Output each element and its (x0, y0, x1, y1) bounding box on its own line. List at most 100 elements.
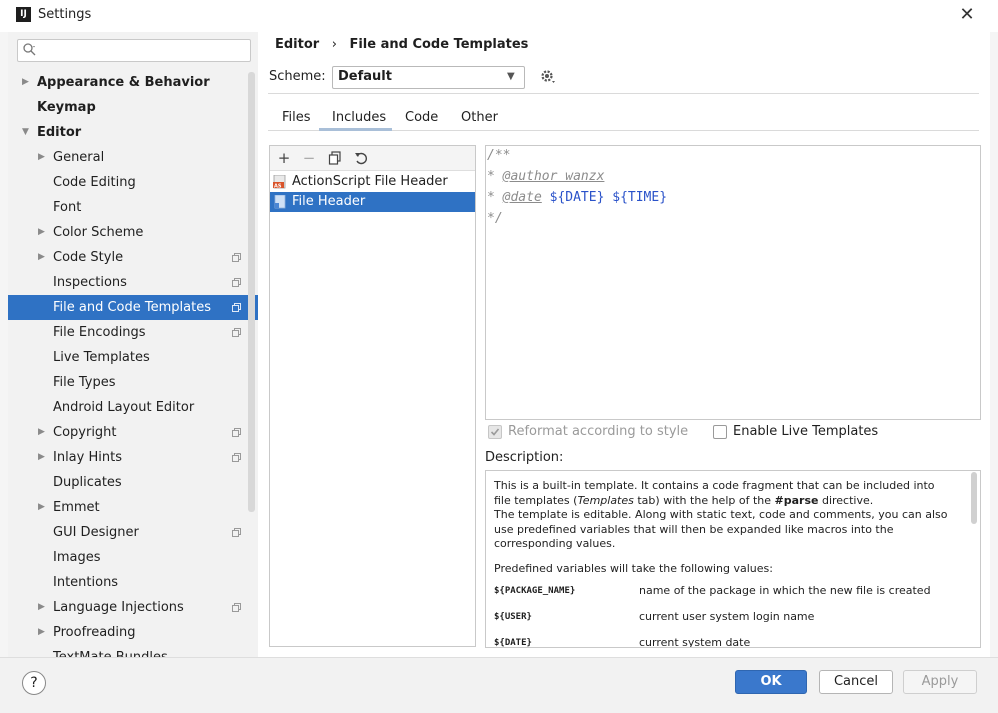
description-scrollbar[interactable] (971, 472, 977, 524)
live-templates-checkbox[interactable] (713, 425, 727, 439)
sidebar-item-label: Live Templates (53, 350, 150, 365)
sidebar-item-label: Android Layout Editor (53, 400, 195, 415)
description-panel: This is a built-in template. It contains… (485, 470, 981, 648)
sidebar-item-language-injections[interactable]: ▶ Language Injections (8, 595, 258, 620)
sidebar-item-label: Editor (37, 125, 82, 140)
variable-row: ${DATE} current system date (494, 636, 954, 647)
svg-text:AS: AS (274, 184, 282, 190)
code-comment: * (487, 169, 503, 184)
sidebar-scrollbar[interactable] (248, 72, 255, 512)
project-scope-icon (232, 278, 241, 287)
sidebar-item-label: Copyright (53, 425, 117, 440)
code-comment: */ (487, 211, 503, 226)
sidebar-item-textmate-bundles[interactable]: TextMate Bundles (8, 645, 258, 657)
help-button[interactable]: ? (22, 671, 46, 695)
sidebar-item-label: Keymap (37, 100, 96, 115)
sidebar-item-label: TextMate Bundles (53, 645, 168, 657)
breadcrumb-current: File and Code Templates (349, 37, 529, 52)
sidebar-item-label: Duplicates (53, 475, 122, 490)
chevron-down-icon: ▼ (507, 71, 515, 82)
sidebar-item-general[interactable]: ▶ General (8, 145, 258, 170)
sidebar-item-appearance-behavior[interactable]: ▶ Appearance & Behavior (8, 70, 258, 95)
settings-search-input[interactable] (17, 39, 251, 62)
sidebar-item-copyright[interactable]: ▶ Copyright (8, 420, 258, 445)
collapsed-arrow-icon[interactable]: ▶ (38, 595, 48, 620)
scheme-dropdown[interactable]: Default ▼ (332, 66, 525, 89)
list-item-selected[interactable]: File Header (270, 192, 475, 212)
sidebar-item-file-encodings[interactable]: File Encodings (8, 320, 258, 345)
window-title: Settings (38, 7, 92, 22)
sidebar-item-label: Inlay Hints (53, 450, 122, 465)
sidebar-item-label: Code Style (53, 250, 124, 265)
copy-icon[interactable] (325, 148, 345, 168)
collapsed-arrow-icon[interactable]: ▶ (38, 420, 48, 445)
collapsed-arrow-icon[interactable]: ▶ (38, 220, 48, 245)
sidebar-item-label: Intentions (53, 575, 119, 590)
sidebar-item-android-layout-editor[interactable]: Android Layout Editor (8, 395, 258, 420)
project-scope-icon (232, 328, 241, 337)
sidebar-item-file-and-code-templates[interactable]: File and Code Templates (8, 295, 258, 320)
ok-button[interactable]: OK (735, 670, 807, 694)
tab-other[interactable]: Other (461, 110, 498, 128)
sidebar-item-color-scheme[interactable]: ▶ Color Scheme (8, 220, 258, 245)
close-icon[interactable]: ✕ (956, 4, 978, 26)
sidebar-item-label: GUI Designer (53, 525, 139, 540)
sidebar-item-label: Images (53, 550, 101, 565)
background-app-left (0, 0, 8, 712)
collapsed-arrow-icon[interactable]: ▶ (22, 70, 32, 95)
variable-desc: name of the package in which the new fil… (639, 584, 931, 597)
cancel-button[interactable]: Cancel (819, 670, 893, 694)
sidebar-item-keymap[interactable]: Keymap (8, 95, 258, 120)
sidebar-item-code-editing[interactable]: Code Editing (8, 170, 258, 195)
template-editor[interactable]: /** * @author wanzx * @date ${DATE} ${TI… (485, 145, 981, 420)
tab-includes[interactable]: Includes (332, 110, 386, 128)
project-scope-icon (232, 303, 241, 312)
code-variable-time: ${TIME} (604, 190, 668, 205)
description-paragraph: Predefined variables will take the follo… (494, 561, 773, 575)
gear-icon[interactable] (540, 69, 556, 85)
variable-name: ${PACKAGE_NAME} (494, 586, 576, 596)
reformat-label: Reformat according to style (508, 424, 689, 439)
sidebar-item-font[interactable]: Font (8, 195, 258, 220)
background-app-right (990, 0, 998, 712)
sidebar-item-inlay-hints[interactable]: ▶ Inlay Hints (8, 445, 258, 470)
project-scope-icon (232, 603, 241, 612)
collapsed-arrow-icon[interactable]: ▶ (38, 495, 48, 520)
sidebar-item-duplicates[interactable]: Duplicates (8, 470, 258, 495)
code-comment: /** (487, 148, 511, 163)
list-item[interactable]: AS ActionScript File Header (270, 172, 475, 192)
sidebar-item-proofreading[interactable]: ▶ Proofreading (8, 620, 258, 645)
description-text: This is a built-in template. It contains… (494, 479, 954, 647)
remove-icon[interactable]: − (299, 148, 319, 168)
sidebar-item-label: File and Code Templates (53, 300, 211, 315)
sidebar-item-label: Code Editing (53, 175, 136, 190)
tab-files[interactable]: Files (282, 110, 311, 128)
scheme-label: Scheme: (269, 69, 326, 84)
reformat-checkbox[interactable] (488, 425, 502, 439)
collapsed-arrow-icon[interactable]: ▶ (38, 445, 48, 470)
expanded-arrow-icon[interactable]: ▼ (22, 120, 32, 145)
sidebar-item-inspections[interactable]: Inspections (8, 270, 258, 295)
variable-desc: current user system login name (639, 610, 815, 623)
collapsed-arrow-icon[interactable]: ▶ (38, 145, 48, 170)
add-icon[interactable]: + (274, 148, 294, 168)
actionscript-icon: AS (273, 175, 286, 190)
sidebar-item-label: File Encodings (53, 325, 146, 340)
sidebar-item-emmet[interactable]: ▶ Emmet (8, 495, 258, 520)
reset-icon[interactable] (351, 148, 371, 168)
sidebar-item-gui-designer[interactable]: GUI Designer (8, 520, 258, 545)
sidebar-item-images[interactable]: Images (8, 545, 258, 570)
collapsed-arrow-icon[interactable]: ▶ (38, 620, 48, 645)
sidebar-item-editor[interactable]: ▼ Editor (8, 120, 258, 145)
collapsed-arrow-icon[interactable]: ▶ (38, 245, 48, 270)
code-tag-date: @date (502, 190, 542, 205)
description-paragraph: This is a built-in template. It contains… (494, 479, 935, 507)
sidebar-item-label: Inspections (53, 275, 127, 290)
sidebar-item-code-style[interactable]: ▶ Code Style (8, 245, 258, 270)
sidebar-item-intentions[interactable]: Intentions (8, 570, 258, 595)
tab-code[interactable]: Code (405, 110, 438, 128)
sidebar-item-file-types[interactable]: File Types (8, 370, 258, 395)
apply-button[interactable]: Apply (903, 670, 977, 694)
sidebar-item-label: Language Injections (53, 600, 184, 615)
sidebar-item-live-templates[interactable]: Live Templates (8, 345, 258, 370)
